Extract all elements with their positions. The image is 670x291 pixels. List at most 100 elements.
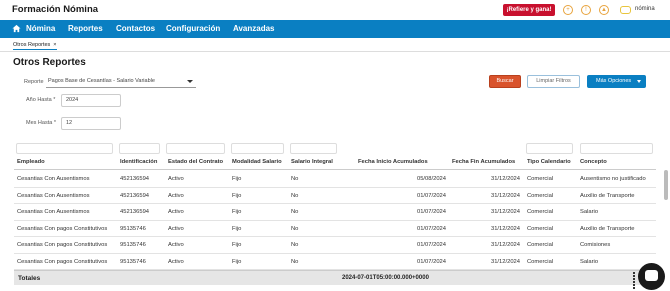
table-cell: Activo <box>168 242 184 248</box>
table-cell: Fijo <box>232 242 242 248</box>
table-cell: 452136594 <box>120 192 150 199</box>
filter-estado[interactable] <box>166 143 225 154</box>
table-cell: 31/12/2024 <box>490 209 520 215</box>
table-cell: Comisiones <box>580 242 611 248</box>
table-row[interactable]: Cesantias Con pagos Constitutivos 9513574… <box>14 237 656 254</box>
table-cell: 31/12/2024 <box>490 242 520 248</box>
table-cell: Cesantias Con pagos Constitutivos <box>17 225 108 232</box>
filter-salario-integral[interactable] <box>290 143 337 154</box>
more-options-button[interactable]: Más Opciones <box>587 75 646 88</box>
table-cell: Comercial <box>527 192 554 199</box>
table-cell: Cesantias Con pagos Constitutivos <box>17 258 108 265</box>
user-name[interactable]: nómina <box>635 6 655 12</box>
column-header[interactable]: Tipo Calendario <box>527 159 571 165</box>
nav-item-avanzadas[interactable]: Avanzadas <box>233 24 275 33</box>
filter-identificacion[interactable] <box>119 143 160 154</box>
nav-item-nomina[interactable]: Nómina <box>26 24 55 33</box>
tab-label: Otros Reportes <box>13 42 51 48</box>
add-icon[interactable]: + <box>563 5 573 15</box>
table-cell: 31/12/2024 <box>490 225 520 232</box>
report-label: Reporte <box>24 79 44 85</box>
totals-row: Totales 2024-07-01T05:00:00.000+0000 <box>14 270 656 285</box>
table-cell: Cesantias Con Ausentismos <box>17 192 90 199</box>
column-header[interactable]: Fecha Inicio Acumulados <box>358 159 428 165</box>
table-cell: Comercial <box>527 242 554 248</box>
table-cell: No <box>291 258 299 265</box>
app-title: Formación Nómina <box>12 4 99 15</box>
table-cell: Fijo <box>232 209 242 215</box>
column-header[interactable]: Empleado <box>17 159 45 165</box>
table-cell: Activo <box>168 176 184 182</box>
table-cell: Salario <box>580 258 599 265</box>
tab-otros-reportes[interactable]: Otros Reportes × <box>13 42 57 50</box>
close-icon[interactable]: × <box>53 42 56 48</box>
table-cell: Activo <box>168 258 184 265</box>
nav-item-reportes[interactable]: Reportes <box>68 24 103 33</box>
chat-button[interactable] <box>638 263 665 290</box>
table-cell: 95135746 <box>120 258 146 265</box>
table-scrollbar[interactable] <box>664 170 668 200</box>
info-icon[interactable]: ! <box>581 5 591 15</box>
report-select[interactable]: Pagos Base de Cesantías - Salario Variab… <box>46 75 196 88</box>
table-cell: No <box>291 242 299 248</box>
column-header[interactable]: Modalidad Salario <box>232 159 282 165</box>
table-cell: Salario <box>580 209 599 215</box>
table-cell: 95135746 <box>120 225 146 232</box>
table-cell: 01/07/2024 <box>416 209 446 215</box>
clear-filters-button[interactable]: Limpiar Filtros <box>527 75 580 88</box>
column-header[interactable]: Fecha Fin Acumulados <box>452 159 515 165</box>
table-row[interactable]: Cesantias Con Ausentismos 452136594 Activo… <box>14 204 656 221</box>
table-cell: No <box>291 192 299 199</box>
nav-item-contactos[interactable]: Contactos <box>116 24 155 33</box>
user-avatar-icon[interactable] <box>620 6 631 14</box>
filter-concepto[interactable] <box>580 143 653 154</box>
search-button[interactable]: Buscar <box>489 75 521 88</box>
totals-label: Totales <box>18 275 41 282</box>
table-cell: 31/12/2024 <box>490 192 520 199</box>
refer-button[interactable]: ¡Refiere y gana! <box>503 4 555 16</box>
notification-icon[interactable]: ▲ <box>599 5 609 15</box>
filter-empleado[interactable] <box>16 143 113 154</box>
table-cell: 452136594 <box>120 176 150 182</box>
filter-tipo-calendario[interactable] <box>526 143 573 154</box>
table-row[interactable]: Cesantias Con pagos Constitutivos 9513574… <box>14 254 656 270</box>
more-options-label: Más Opciones <box>596 78 632 84</box>
table-cell: 452136594 <box>120 209 150 215</box>
header-divider <box>14 169 656 170</box>
column-header[interactable]: Estado del Contrato <box>168 159 223 165</box>
nav-item-configuracion[interactable]: Configuración <box>166 24 220 33</box>
column-header[interactable]: Identificación <box>120 159 157 165</box>
main-nav: Nómina Reportes Contactos Configuración … <box>0 20 670 38</box>
year-field[interactable]: 2024 <box>61 94 121 107</box>
table-cell: Fijo <box>232 176 242 182</box>
table-cell: No <box>291 176 299 182</box>
table-cell: No <box>291 209 299 215</box>
table-cell: No <box>291 225 299 232</box>
table-cell: 05/08/2024 <box>416 176 446 182</box>
table-cell: Cesantias Con pagos Constitutivos <box>17 242 108 248</box>
table-cell: 31/12/2024 <box>490 176 520 182</box>
totals-date: 2024-07-01T05:00:00.000+0000 <box>342 275 429 281</box>
report-select-value: Pagos Base de Cesantías - Salario Variab… <box>48 78 155 84</box>
table-cell: Activo <box>168 209 184 215</box>
month-label: Mes Hasta * <box>26 120 56 126</box>
table-row[interactable]: Cesantias Con Ausentismos 452136594 Activo… <box>14 171 656 188</box>
column-header[interactable]: Concepto <box>580 159 607 165</box>
table-cell: Fijo <box>232 225 242 232</box>
table-cell: Comercial <box>527 209 554 215</box>
table-row[interactable]: Cesantias Con Ausentismos 452136594 Activo… <box>14 188 656 204</box>
column-header[interactable]: Salario Integral <box>291 159 333 165</box>
filter-modalidad[interactable] <box>231 143 284 154</box>
table-cell: Fijo <box>232 192 242 199</box>
table-cell: Activo <box>168 192 184 199</box>
table-cell: Cesantias Con Ausentismos <box>17 209 90 215</box>
table-cell: 31/12/2024 <box>490 258 520 265</box>
month-field[interactable]: 12 <box>61 117 121 130</box>
page-title: Otros Reportes <box>13 57 86 68</box>
table-row[interactable]: Cesantias Con pagos Constitutivos 9513574… <box>14 221 656 237</box>
year-label: Año Hasta * <box>26 97 56 103</box>
home-icon[interactable] <box>12 24 21 33</box>
table-cell: Activo <box>168 225 184 232</box>
table-cell: Comercial <box>527 225 554 232</box>
table-cell: Comercial <box>527 176 554 182</box>
